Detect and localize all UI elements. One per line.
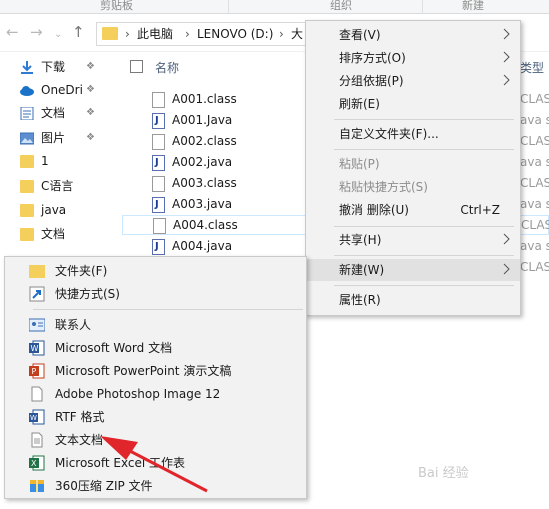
watermark: Bai 经验: [418, 466, 469, 481]
annotation-arrow: [100, 436, 208, 493]
